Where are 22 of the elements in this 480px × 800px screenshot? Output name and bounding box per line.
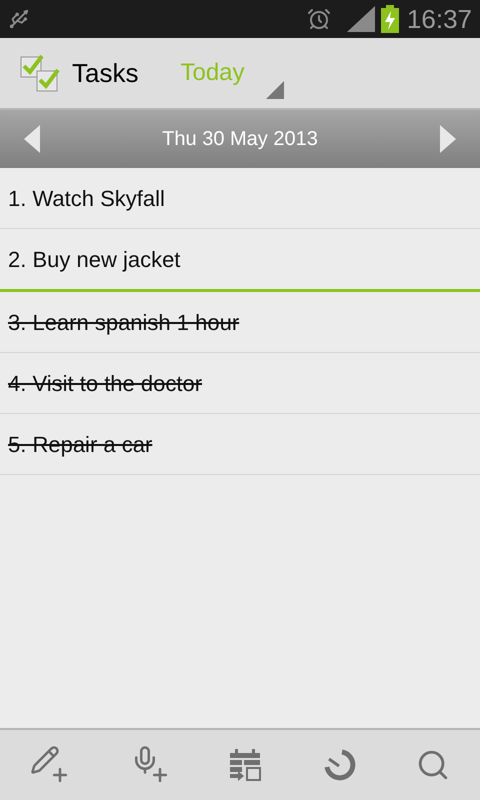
plus-icon (150, 765, 170, 785)
task-item[interactable]: 3. Learn spanish 1 hour (0, 292, 480, 352)
timer-button[interactable] (324, 749, 356, 781)
usb-icon (8, 8, 30, 30)
add-text-task-button[interactable] (30, 745, 70, 785)
move-to-date-button[interactable] (230, 749, 264, 781)
plus-icon (50, 765, 70, 785)
task-item[interactable]: 5. Repair a car (0, 414, 480, 474)
task-item[interactable]: 4. Visit to the doctor (0, 353, 480, 413)
pencil-icon (30, 745, 60, 775)
clock-text: 16:37 (406, 2, 472, 36)
signal-icon (346, 6, 377, 32)
search-button[interactable] (416, 748, 450, 782)
date-text: Thu 30 May 2013 (162, 127, 318, 152)
next-day-button[interactable] (440, 125, 456, 153)
alarm-icon (306, 7, 331, 31)
task-item[interactable]: 2. Buy new jacket (0, 229, 480, 289)
battery-icon (380, 5, 399, 33)
dropdown-corner-icon (266, 81, 284, 99)
previous-day-button[interactable] (24, 125, 40, 153)
app-title: Tasks (72, 56, 138, 90)
task-item[interactable]: 1. Watch Skyfall (0, 168, 480, 228)
